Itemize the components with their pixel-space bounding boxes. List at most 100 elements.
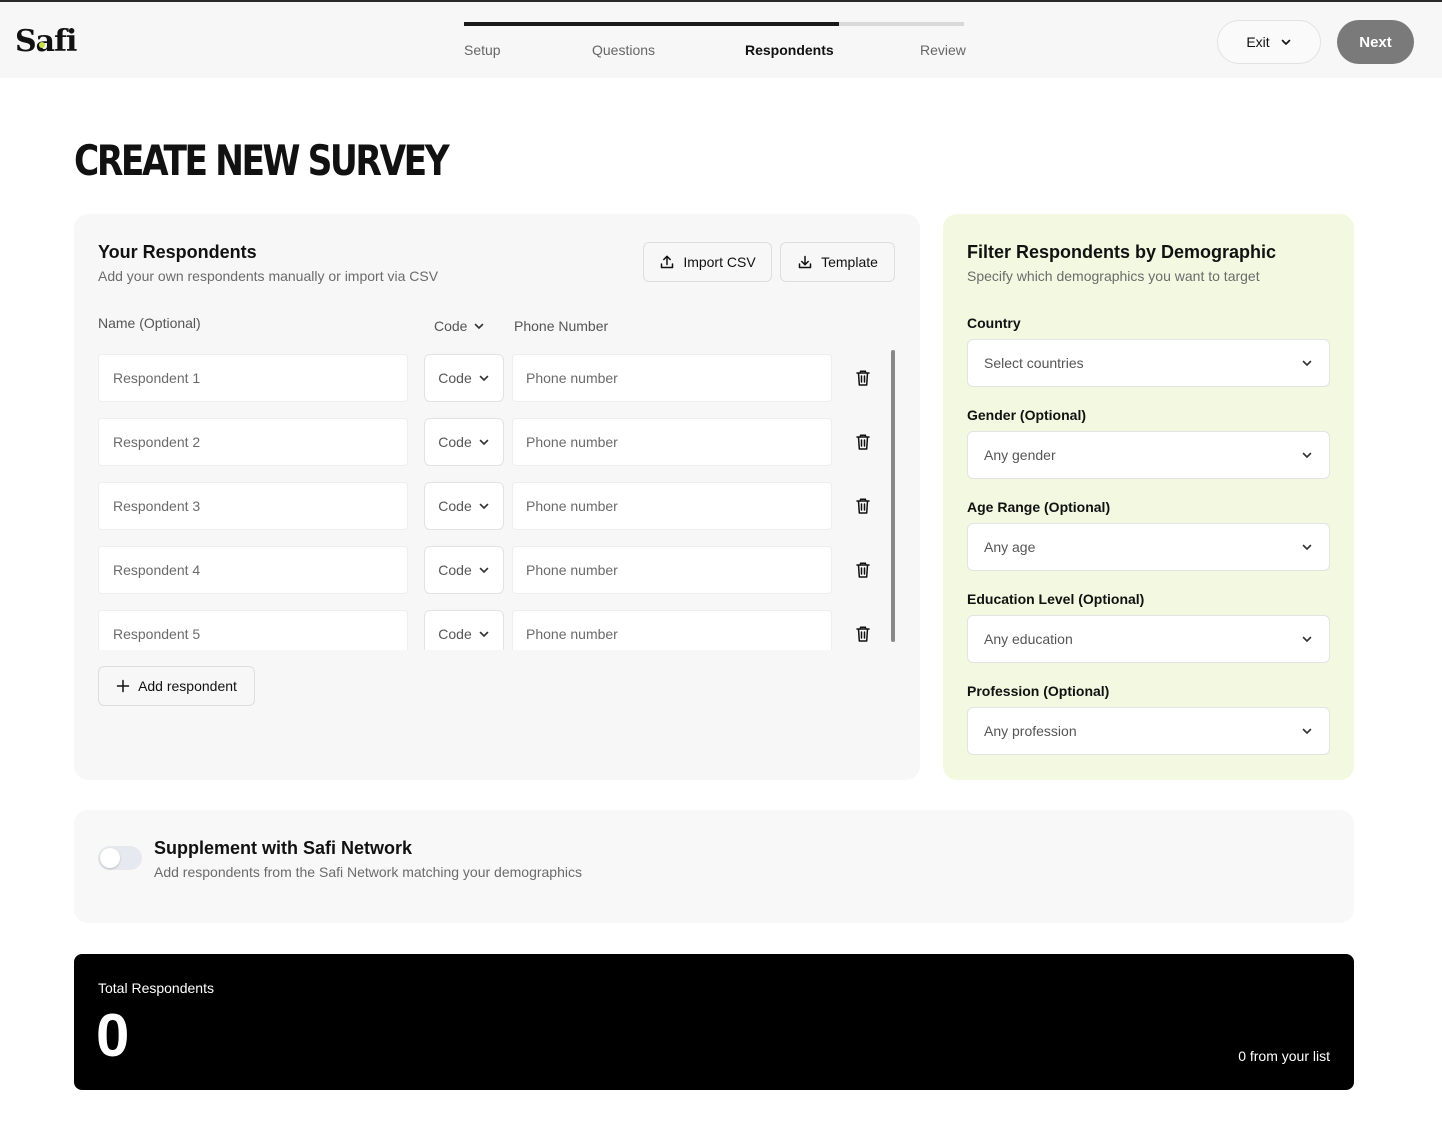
download-icon xyxy=(797,254,813,270)
chevron-down-icon xyxy=(478,628,490,640)
network-title: Supplement with Safi Network xyxy=(154,838,413,858)
step-questions[interactable]: Questions xyxy=(592,42,655,58)
respondents-title: Your Respondents xyxy=(98,242,257,262)
chevron-down-icon xyxy=(478,564,490,576)
column-header-code[interactable]: Code xyxy=(434,318,485,334)
phone-number-placeholder: Phone number xyxy=(526,370,618,386)
filter-select[interactable]: Any profession xyxy=(967,707,1330,755)
phone-number-input[interactable]: Phone number xyxy=(512,610,832,650)
exit-button[interactable]: Exit xyxy=(1217,20,1321,64)
respondent-name-input[interactable]: Respondent 1 xyxy=(98,354,408,402)
phone-number-placeholder: Phone number xyxy=(526,562,618,578)
progress-fill xyxy=(464,22,839,26)
import-csv-label: Import CSV xyxy=(683,254,756,270)
safi-network-panel: Supplement with Safi Network Add respond… xyxy=(74,810,1354,923)
next-button[interactable]: Next xyxy=(1337,20,1414,64)
demographic-filter-panel: Filter Respondents by Demographic Specif… xyxy=(943,214,1354,780)
respondents-subtitle: Add your own respondents manually or imp… xyxy=(98,268,439,284)
phone-number-placeholder: Phone number xyxy=(526,498,618,514)
respondent-row: Respondent 3 Code Phone number xyxy=(98,482,888,530)
trash-icon[interactable] xyxy=(855,625,873,643)
country-code-label: Code xyxy=(438,562,472,578)
step-respondents[interactable]: Respondents xyxy=(745,42,834,58)
respondent-name-placeholder: Respondent 5 xyxy=(113,626,201,642)
step-review[interactable]: Review xyxy=(920,42,966,58)
country-code-label: Code xyxy=(438,370,472,386)
filter-select-value: Select countries xyxy=(984,355,1084,371)
respondent-name-input[interactable]: Respondent 3 xyxy=(98,482,408,530)
phone-number-placeholder: Phone number xyxy=(526,626,618,642)
trash-icon[interactable] xyxy=(855,561,873,579)
country-code-label: Code xyxy=(438,498,472,514)
filter-field-label: Age Range (Optional) xyxy=(967,499,1111,515)
country-code-select[interactable]: Code xyxy=(424,418,504,466)
filter-select-value: Any age xyxy=(984,539,1036,555)
respondent-name-input[interactable]: Respondent 2 xyxy=(98,418,408,466)
toggle-knob xyxy=(100,848,120,868)
phone-number-input[interactable]: Phone number xyxy=(512,354,832,402)
respondents-panel: Your Respondents Add your own respondent… xyxy=(74,214,920,780)
filter-select[interactable]: Any gender xyxy=(967,431,1330,479)
column-header-code-label: Code xyxy=(434,318,468,334)
trash-icon[interactable] xyxy=(855,433,873,451)
rows-scrollbar[interactable] xyxy=(891,350,895,642)
filter-select[interactable]: Select countries xyxy=(967,339,1330,387)
chevron-down-icon xyxy=(1301,449,1313,461)
total-label: Total Respondents xyxy=(98,980,214,996)
filter-subtitle: Specify which demographics you want to t… xyxy=(967,268,1260,284)
trash-icon[interactable] xyxy=(855,497,873,515)
respondent-row: Respondent 5 Code Phone number xyxy=(98,610,888,650)
top-bar: Sa fi Setup Questions Respondents Review … xyxy=(0,0,1442,78)
country-code-select[interactable]: Code xyxy=(424,610,504,650)
add-respondent-label: Add respondent xyxy=(138,678,237,694)
respondent-name-placeholder: Respondent 3 xyxy=(113,498,201,514)
logo-text-end: fi xyxy=(54,24,77,59)
chevron-down-icon xyxy=(1280,36,1292,48)
chevron-down-icon xyxy=(1301,541,1313,553)
respondent-name-input[interactable]: Respondent 5 xyxy=(98,610,408,650)
add-respondent-button[interactable]: Add respondent xyxy=(98,666,255,706)
respondent-name-placeholder: Respondent 2 xyxy=(113,434,201,450)
filter-select[interactable]: Any education xyxy=(967,615,1330,663)
filter-select-value: Any gender xyxy=(984,447,1056,463)
chevron-down-icon xyxy=(478,372,490,384)
respondent-row: Respondent 4 Code Phone number xyxy=(98,546,888,594)
country-code-select[interactable]: Code xyxy=(424,546,504,594)
respondent-name-input[interactable]: Respondent 4 xyxy=(98,546,408,594)
safi-logo[interactable]: Sa fi xyxy=(15,24,77,60)
column-header-name: Name (Optional) xyxy=(98,315,201,331)
filter-field-label: Profession (Optional) xyxy=(967,683,1110,699)
phone-number-input[interactable]: Phone number xyxy=(512,546,832,594)
filter-field-label: Gender (Optional) xyxy=(967,407,1086,423)
filter-field-label: Country xyxy=(967,315,1021,331)
chevron-down-icon xyxy=(1301,725,1313,737)
network-subtitle: Add respondents from the Safi Network ma… xyxy=(154,864,582,880)
phone-number-input[interactable]: Phone number xyxy=(512,482,832,530)
logo-text-start: S xyxy=(15,24,37,59)
total-count: 0 xyxy=(96,1002,130,1069)
chevron-down-icon xyxy=(1301,633,1313,645)
step-setup[interactable]: Setup xyxy=(464,42,501,58)
respondent-name-placeholder: Respondent 1 xyxy=(113,370,201,386)
chevron-down-icon xyxy=(478,500,490,512)
total-respondents-panel: Total Respondents 0 0 from your list xyxy=(74,954,1354,1090)
phone-number-input[interactable]: Phone number xyxy=(512,418,832,466)
import-csv-button[interactable]: Import CSV xyxy=(643,242,772,282)
page-title: CREATE NEW SURVEY xyxy=(74,136,450,185)
plus-icon xyxy=(116,679,130,693)
trash-icon[interactable] xyxy=(855,369,873,387)
safi-network-toggle[interactable] xyxy=(98,846,142,870)
exit-label: Exit xyxy=(1246,34,1270,50)
country-code-label: Code xyxy=(438,434,472,450)
country-code-select[interactable]: Code xyxy=(424,354,504,402)
upload-icon xyxy=(659,254,675,270)
chevron-down-icon xyxy=(1301,357,1313,369)
filter-select[interactable]: Any age xyxy=(967,523,1330,571)
respondent-name-placeholder: Respondent 4 xyxy=(113,562,201,578)
filter-title: Filter Respondents by Demographic xyxy=(967,242,1277,262)
respondent-row: Respondent 2 Code Phone number xyxy=(98,418,888,466)
chevron-down-icon xyxy=(478,436,490,448)
template-button[interactable]: Template xyxy=(780,242,895,282)
country-code-select[interactable]: Code xyxy=(424,482,504,530)
phone-number-placeholder: Phone number xyxy=(526,434,618,450)
